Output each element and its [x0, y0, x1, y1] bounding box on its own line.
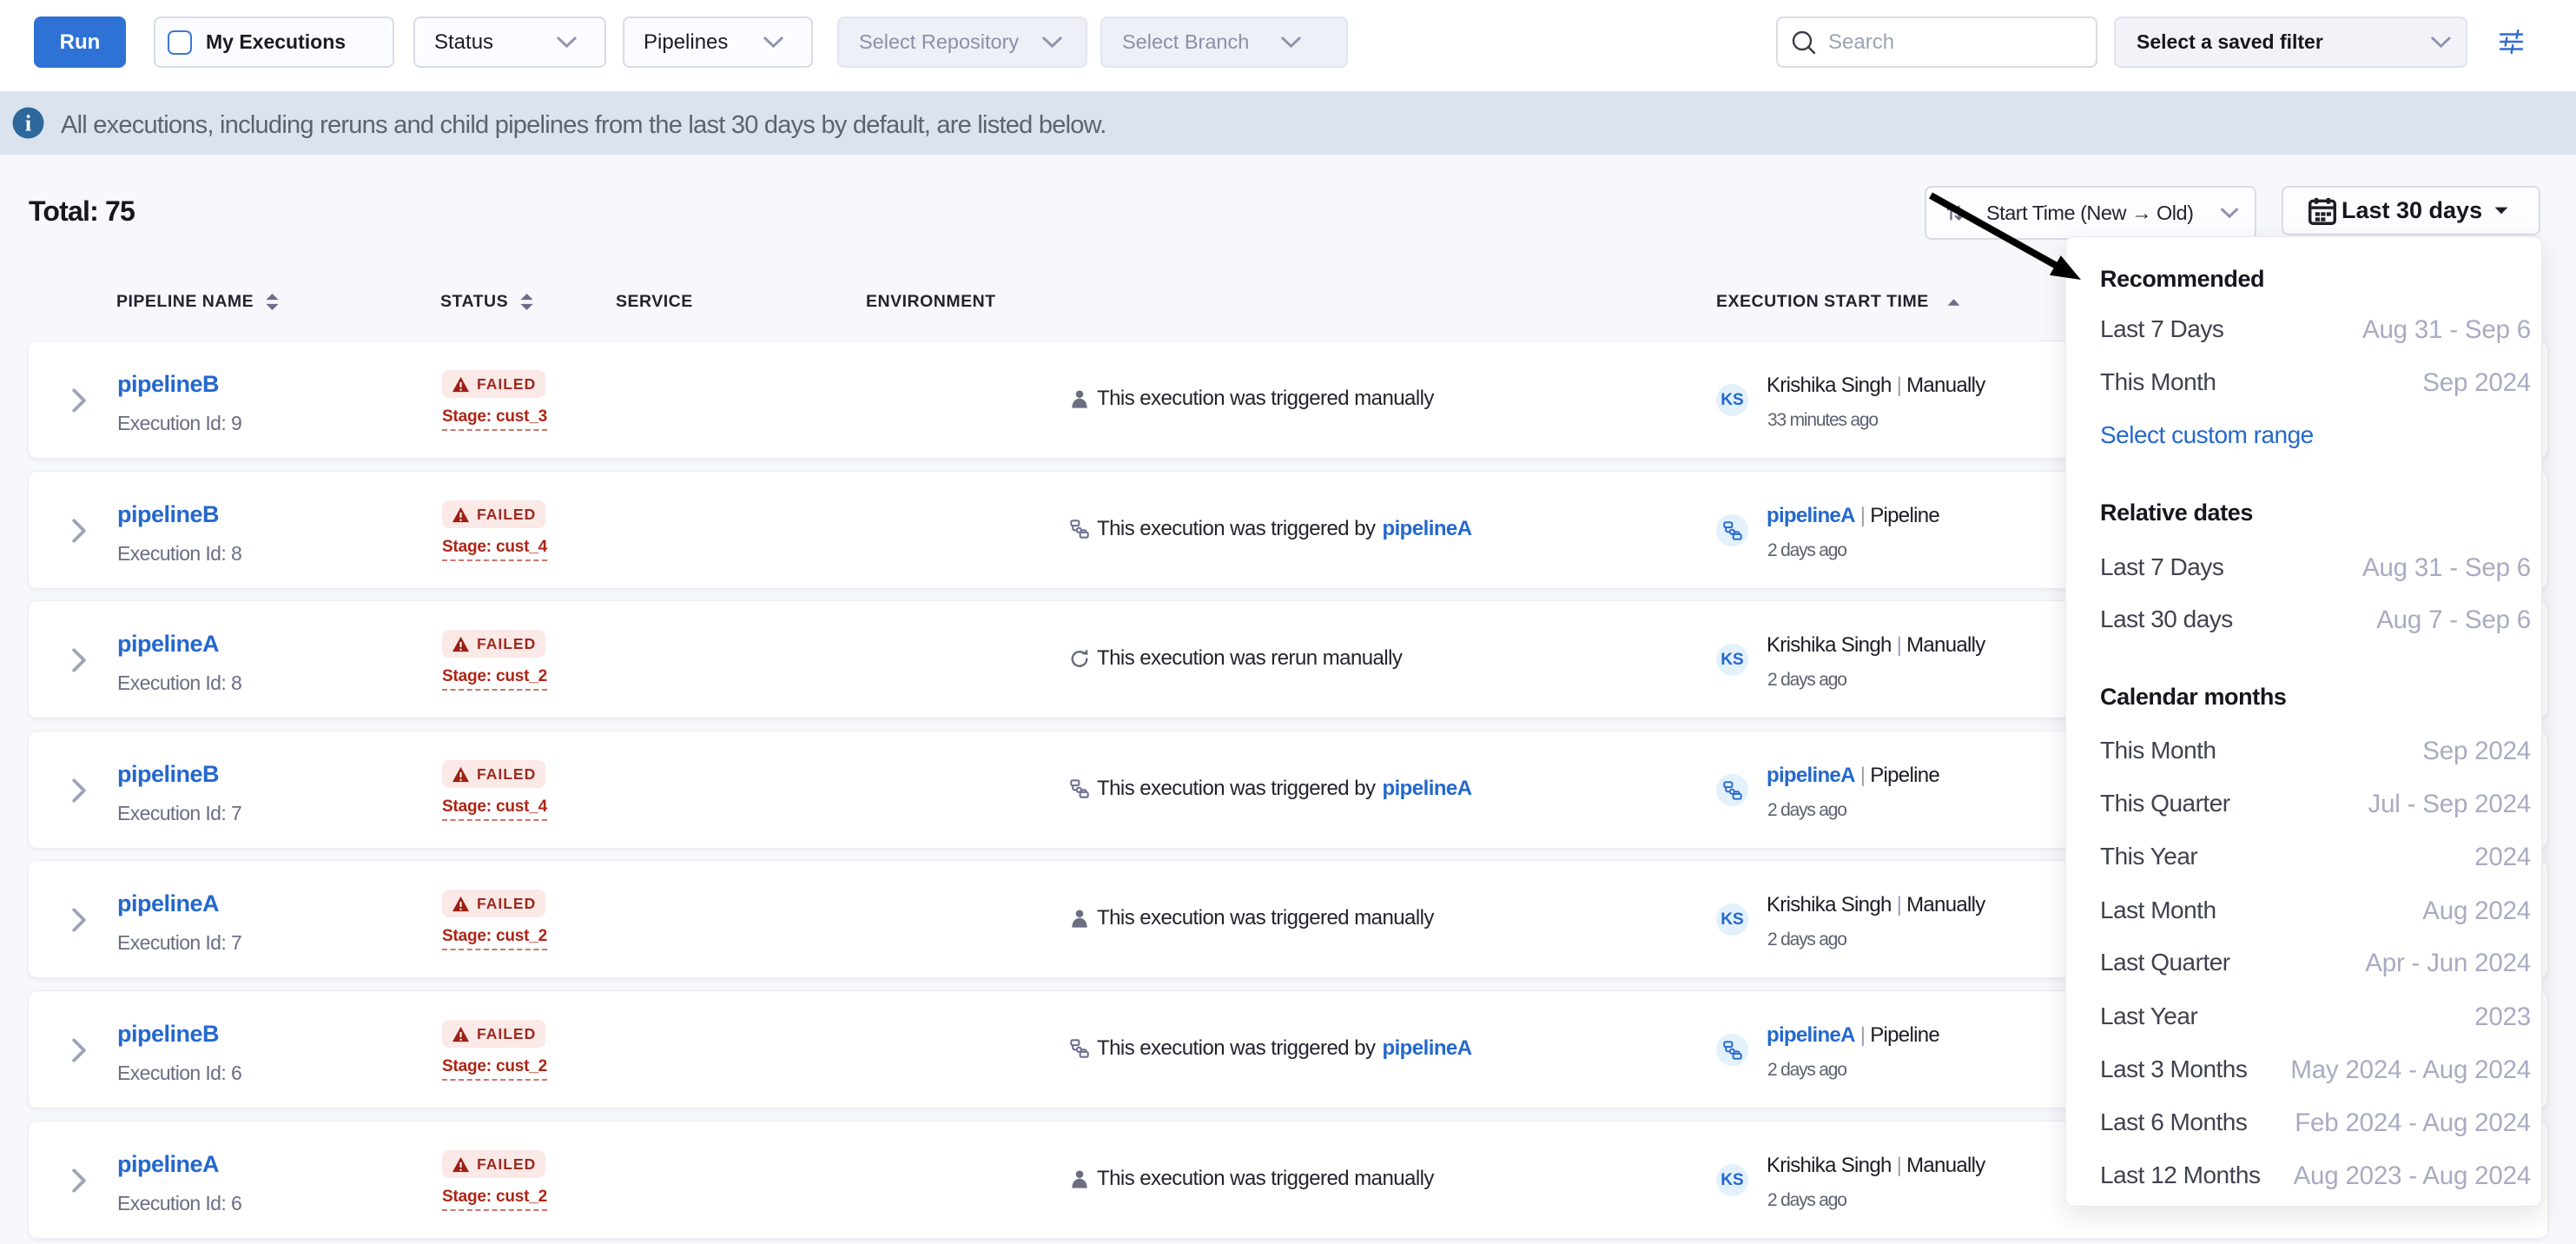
svg-text:i: i [25, 111, 31, 136]
